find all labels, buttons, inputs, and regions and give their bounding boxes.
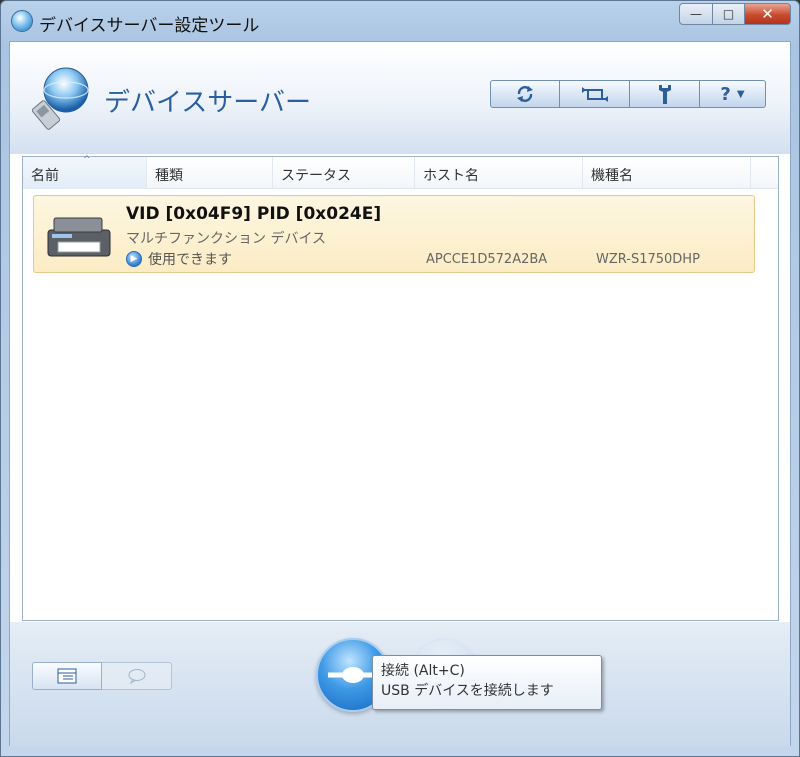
view-toggle [32, 662, 172, 690]
column-status-label: ステータス [281, 168, 351, 184]
comment-icon [128, 669, 145, 684]
maximize-icon: □ [722, 7, 735, 21]
maximize-button[interactable]: □ [713, 3, 745, 25]
device-type: マルチファンクション デバイス [126, 231, 327, 247]
refresh-button[interactable] [490, 80, 560, 108]
column-model[interactable]: 機種名 [583, 157, 751, 189]
title-bar[interactable]: デバイスサーバー設定ツール — □ ✕ [1, 1, 799, 41]
column-model-label: 機種名 [591, 168, 633, 184]
settings-icon [658, 85, 671, 104]
help-icon: ? [720, 83, 731, 105]
column-header: 名前 ^ 種類 ステータス ホスト名 機種名 [23, 155, 778, 189]
list-view-button[interactable] [32, 662, 102, 690]
connect-tooltip: 接続 (Alt+C) USB デバイスを接続します [372, 655, 602, 710]
column-name-label: 名前 [31, 168, 59, 184]
window-title: デバイスサーバー設定ツール [39, 16, 260, 36]
switch-button[interactable] [560, 80, 630, 108]
list-item[interactable]: VID [0x04F9] PID [0x024E] マルチファンクション デバイ… [33, 195, 755, 273]
window-controls: — □ ✕ [679, 3, 791, 25]
column-type[interactable]: 種類 [147, 157, 273, 189]
tooltip-description: USB デバイスを接続します [381, 683, 554, 699]
switch-icon [581, 87, 608, 102]
device-list: 名前 ^ 種類 ステータス ホスト名 機種名 VID [0x04F9] PID … [22, 155, 779, 621]
tooltip-title: 接続 (Alt+C) [381, 663, 465, 679]
minimize-button[interactable]: — [679, 3, 713, 25]
app-window: デバイスサーバー設定ツール — □ ✕ デバイスサーバー ? ▼ 名前 ^ 種類… [0, 0, 800, 757]
column-name[interactable]: 名前 ^ [23, 155, 147, 189]
printer-icon [47, 217, 111, 257]
device-host: APCCE1D572A2BA [426, 252, 548, 267]
close-button[interactable]: ✕ [745, 3, 791, 25]
status-available-icon: ▶ [126, 251, 142, 267]
app-icon [11, 10, 33, 32]
column-host-label: ホスト名 [423, 168, 479, 184]
client-area: デバイスサーバー ? ▼ 名前 ^ 種類 ステータス ホスト名 機種名 VID … [9, 41, 791, 746]
device-server-logo-icon [32, 67, 89, 130]
toolbar: ? ▼ [490, 80, 766, 108]
device-status: ▶ 使用できます [126, 249, 232, 269]
column-host[interactable]: ホスト名 [415, 157, 583, 189]
comment-view-button[interactable] [102, 662, 172, 690]
minimize-icon: — [690, 7, 702, 21]
sort-arrow-icon: ^ [83, 155, 91, 165]
column-status[interactable]: ステータス [273, 157, 415, 189]
close-icon: ✕ [761, 5, 774, 23]
chevron-down-icon: ▼ [736, 88, 745, 100]
app-title: デバイスサーバー [104, 88, 311, 118]
list-view-icon [57, 668, 77, 684]
column-type-label: 種類 [155, 168, 183, 184]
device-model: WZR-S1750DHP [596, 252, 700, 267]
header: デバイスサーバー ? ▼ [10, 42, 790, 154]
device-status-text: 使用できます [148, 252, 232, 268]
refresh-icon [517, 86, 533, 102]
settings-button[interactable] [630, 80, 700, 108]
help-button[interactable]: ? ▼ [700, 80, 766, 108]
device-name: VID [0x04F9] PID [0x024E] [126, 204, 382, 224]
